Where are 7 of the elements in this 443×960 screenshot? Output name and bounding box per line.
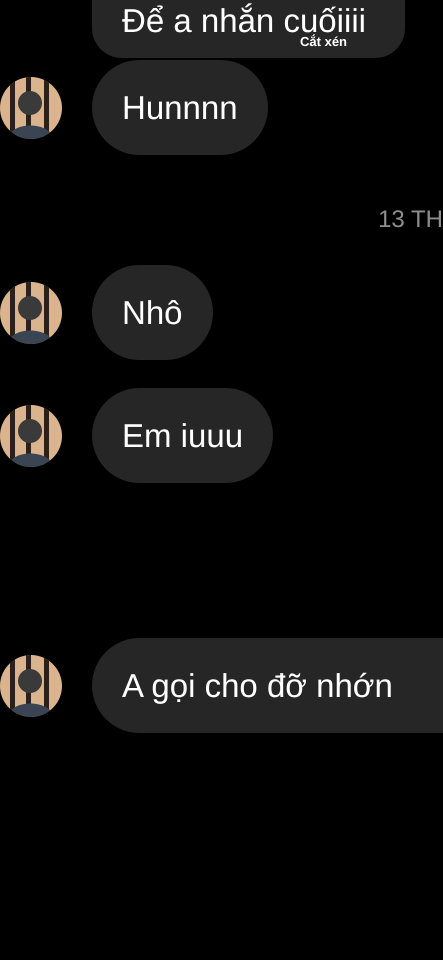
crop-label: Cắt xén: [300, 34, 347, 50]
message-bubble: Nhô: [92, 265, 213, 360]
message-bubble: Để a nhắn cuốiiii Cắt xén: [92, 0, 405, 58]
message-bubble: Hunnnn: [92, 60, 268, 155]
message-bubble: A gọi cho đỡ nhớn: [92, 638, 443, 733]
message-bubble: Em iuuu: [92, 388, 274, 483]
timestamp: 13 TH: [377, 205, 443, 235]
